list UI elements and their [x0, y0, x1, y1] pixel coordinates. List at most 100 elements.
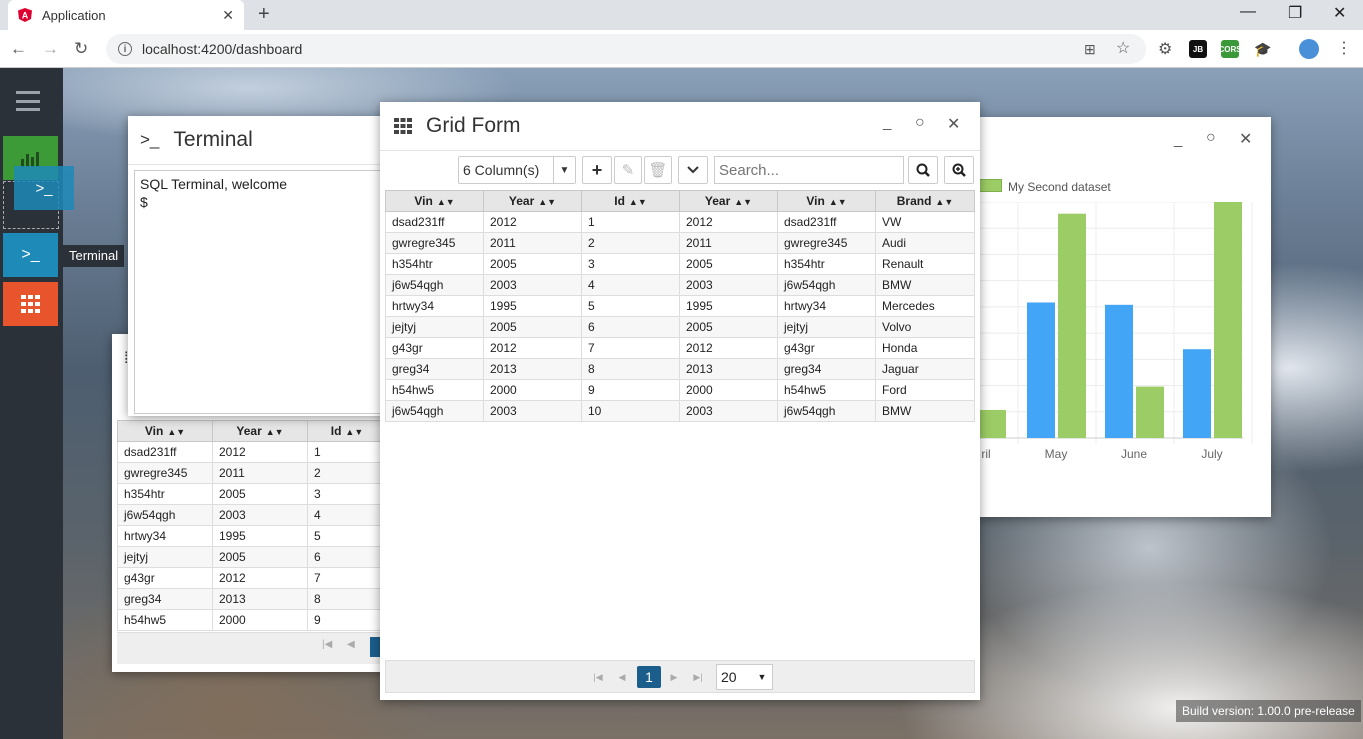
hamburger-menu-icon[interactable]	[16, 91, 40, 111]
back-data-grid: Vin ▲▼ Year ▲▼ Id ▲▼ dsad231ff 2012 1 gwregre3…	[117, 420, 387, 631]
new-tab-icon[interactable]: +	[258, 3, 270, 26]
close-window-icon[interactable]: ✕	[1333, 3, 1346, 23]
col-header-brand[interactable]: Brand ▲▼	[875, 190, 975, 212]
col-header[interactable]: Year ▲▼	[212, 420, 308, 442]
table-cell: 2012	[212, 441, 308, 463]
last-page-icon[interactable]: ▶|	[688, 667, 708, 687]
maximize-icon[interactable]: ○	[915, 114, 925, 132]
table-row[interactable]: jejtyj 2005 6 2005 jejtyj Volvo	[385, 316, 975, 338]
first-page-icon[interactable]: |◀	[588, 667, 608, 687]
col-header-year[interactable]: Year ▲▼	[679, 190, 778, 212]
page-button[interactable]: 1	[637, 666, 661, 688]
reload-icon[interactable]: ↻	[74, 39, 88, 59]
chart-bar	[1214, 202, 1242, 438]
col-header-vin[interactable]: Vin ▲▼	[385, 190, 484, 212]
first-page-icon[interactable]: |◀	[322, 639, 332, 650]
translate-icon[interactable]: ⊞	[1084, 41, 1096, 58]
col-header[interactable]: Id ▲▼	[307, 420, 387, 442]
table-row[interactable]: j6w54qgh 2003 10 2003 j6w54qgh BMW	[385, 400, 975, 422]
minimize-icon[interactable]: _	[883, 114, 891, 131]
table-cell: 2000	[212, 609, 308, 631]
close-icon[interactable]: ✕	[947, 114, 960, 134]
delete-row-button[interactable]: 🗑	[644, 156, 672, 184]
prev-page-icon[interactable]: ◀	[347, 639, 355, 650]
table-row[interactable]: j6w54qgh 2003 4 2003 j6w54qgh BMW	[385, 274, 975, 296]
table-row[interactable]: jejtyj 2005 6	[117, 546, 387, 568]
table-cell: 6	[307, 546, 387, 568]
table-row[interactable]: h354htr 2005 3 2005 h354htr Renault	[385, 253, 975, 275]
browser-menu-icon[interactable]: ⋮	[1336, 38, 1352, 58]
table-cell: VW	[875, 211, 975, 233]
terminal-output[interactable]: SQL Terminal, welcome $	[134, 170, 394, 414]
url-omnibox[interactable]: i localhost:4200/dashboard	[106, 34, 1146, 64]
sidebar-item-terminal[interactable]: >_	[3, 233, 58, 277]
profile-avatar-icon[interactable]	[1299, 39, 1319, 59]
restore-window-icon[interactable]: ❐	[1288, 3, 1302, 23]
sidebar-item-grid[interactable]	[3, 282, 58, 326]
page-size-select[interactable]: 20 ▼	[716, 664, 773, 690]
table-cell: 2003	[679, 400, 778, 422]
forward-icon[interactable]: →	[42, 39, 59, 59]
graduation-cap-icon[interactable]: 🎓	[1254, 41, 1271, 58]
browser-tab[interactable]: A Application ✕	[8, 0, 244, 30]
col-header[interactable]: Vin ▲▼	[117, 420, 213, 442]
search-button[interactable]	[908, 156, 938, 184]
column-chooser-dropdown[interactable]: 6 Column(s) ▼	[458, 156, 576, 184]
table-cell: gwregre345	[385, 232, 484, 254]
search-input[interactable]	[714, 156, 904, 184]
table-cell: 2	[307, 462, 387, 484]
table-row[interactable]: greg34 2013 8 2013 greg34 Jaguar	[385, 358, 975, 380]
add-row-button[interactable]: +	[582, 156, 612, 184]
table-cell: jejtyj	[777, 316, 876, 338]
back-icon[interactable]: ←	[10, 39, 27, 59]
window-title: Grid Form	[426, 114, 521, 137]
table-row[interactable]: hrtwy34 1995 5 1995 hrtwy34 Mercedes	[385, 295, 975, 317]
sidebar-tooltip: Terminal	[63, 245, 125, 267]
close-tab-icon[interactable]: ✕	[222, 7, 234, 24]
info-icon[interactable]: i	[118, 42, 132, 56]
col-header-vin[interactable]: Vin ▲▼	[777, 190, 876, 212]
table-row[interactable]: h354htr 2005 3	[117, 483, 387, 505]
advanced-search-button[interactable]	[944, 156, 974, 184]
table-cell: 1	[581, 211, 680, 233]
dragging-terminal-button[interactable]: >_	[14, 166, 74, 210]
table-row[interactable]: dsad231ff 2012 1 2012 dsad231ff VW	[385, 211, 975, 233]
table-cell: h354htr	[117, 483, 213, 505]
table-cell: 1995	[212, 525, 308, 547]
next-page-icon[interactable]: ▶	[664, 667, 684, 687]
terminal-window: >_ Terminal SQL Terminal, welcome $	[128, 116, 394, 416]
table-row[interactable]: gwregre345 2011 2	[117, 462, 387, 484]
close-icon[interactable]: ✕	[1239, 129, 1252, 149]
expand-toolbar-button[interactable]	[678, 156, 708, 184]
table-cell: 1995	[483, 295, 582, 317]
table-row[interactable]: g43gr 2012 7 2012 g43gr Honda	[385, 337, 975, 359]
table-row[interactable]: dsad231ff 2012 1	[117, 441, 387, 463]
table-cell: Jaguar	[875, 358, 975, 380]
table-row[interactable]: hrtwy34 1995 5	[117, 525, 387, 547]
jetbrains-extension-icon[interactable]: JB	[1189, 40, 1207, 58]
cors-extension-icon[interactable]: CORS	[1218, 40, 1242, 58]
bookmark-star-icon[interactable]: ☆	[1116, 38, 1130, 58]
page-size-value: 20	[721, 669, 737, 685]
col-header-id[interactable]: Id ▲▼	[581, 190, 680, 212]
terminal-prompt-icon: >_	[140, 130, 160, 149]
table-cell: j6w54qgh	[777, 400, 876, 422]
table-row[interactable]: h54hw5 2000 9 2000 h54hw5 Ford	[385, 379, 975, 401]
table-cell: 2003	[483, 274, 582, 296]
table-row[interactable]: j6w54qgh 2003 4	[117, 504, 387, 526]
minimize-window-icon[interactable]: —	[1240, 3, 1256, 21]
table-cell: jejtyj	[117, 546, 213, 568]
settings-gear-icon[interactable]: ⚙	[1158, 39, 1172, 59]
table-row[interactable]: greg34 2013 8	[117, 588, 387, 610]
col-header-year[interactable]: Year ▲▼	[483, 190, 582, 212]
table-row[interactable]: h54hw5 2000 9	[117, 609, 387, 631]
minimize-icon[interactable]: _	[1174, 131, 1182, 148]
pencil-icon: ✎	[621, 162, 635, 179]
prev-page-icon[interactable]: ◀	[612, 667, 632, 687]
maximize-icon[interactable]: ○	[1206, 129, 1216, 147]
table-row[interactable]: gwregre345 2011 2 2011 gwregre345 Audi	[385, 232, 975, 254]
edit-row-button[interactable]: ✎	[614, 156, 642, 184]
chart-bar	[1183, 349, 1211, 438]
terminal-line: $	[140, 194, 148, 210]
table-row[interactable]: g43gr 2012 7	[117, 567, 387, 589]
